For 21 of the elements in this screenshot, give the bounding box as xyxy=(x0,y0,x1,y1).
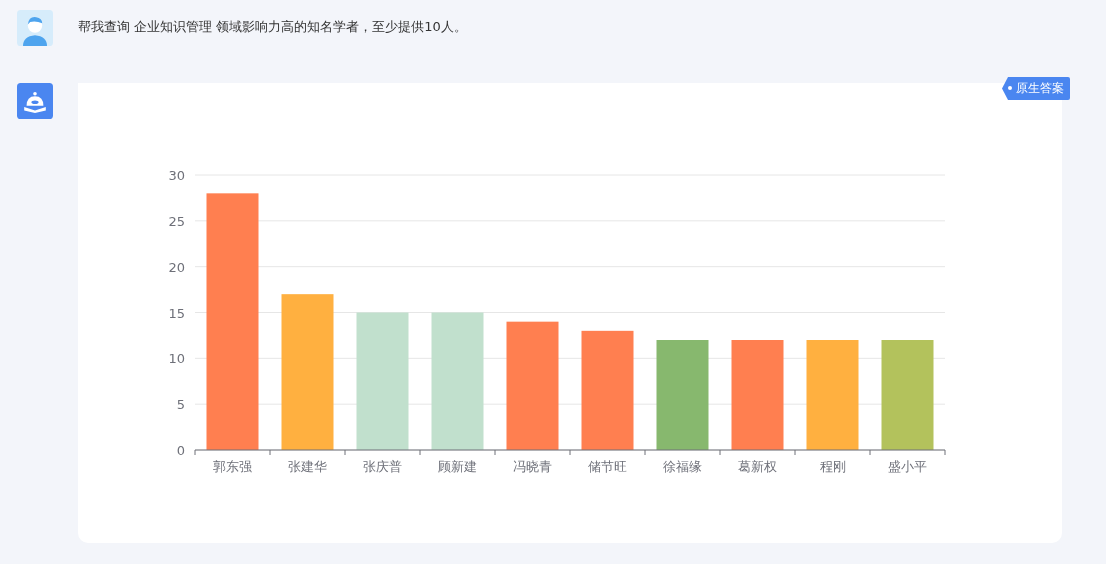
x-axis-label: 储节旺 xyxy=(588,459,627,474)
x-axis-label: 顾新建 xyxy=(438,459,477,474)
y-tick-label: 25 xyxy=(168,213,185,229)
y-tick-label: 0 xyxy=(176,443,185,458)
x-axis-label: 程刚 xyxy=(819,459,846,474)
x-axis-label: 张庆普 xyxy=(363,459,402,474)
x-axis-label: 盛小平 xyxy=(888,459,927,474)
answer-badge: 原生答案 xyxy=(1002,77,1070,100)
user-avatar-icon xyxy=(17,10,53,46)
x-axis-label: 葛新权 xyxy=(738,459,777,474)
x-axis-label: 郭东强 xyxy=(213,459,252,474)
robot-book-icon xyxy=(17,83,53,119)
y-tick-label: 20 xyxy=(168,259,185,275)
x-axis-label: 张建华 xyxy=(288,459,327,474)
y-tick-label: 5 xyxy=(176,397,185,413)
x-axis-label: 徐福缘 xyxy=(663,459,702,474)
x-axis-label: 冯晓青 xyxy=(513,459,552,474)
y-tick-label: 15 xyxy=(168,305,185,321)
y-tick-label: 30 xyxy=(168,168,185,183)
y-tick-label: 10 xyxy=(168,351,185,367)
question-text: 帮我查询 企业知识管理 领域影响力高的知名学者，至少提供10人。 xyxy=(78,18,467,36)
